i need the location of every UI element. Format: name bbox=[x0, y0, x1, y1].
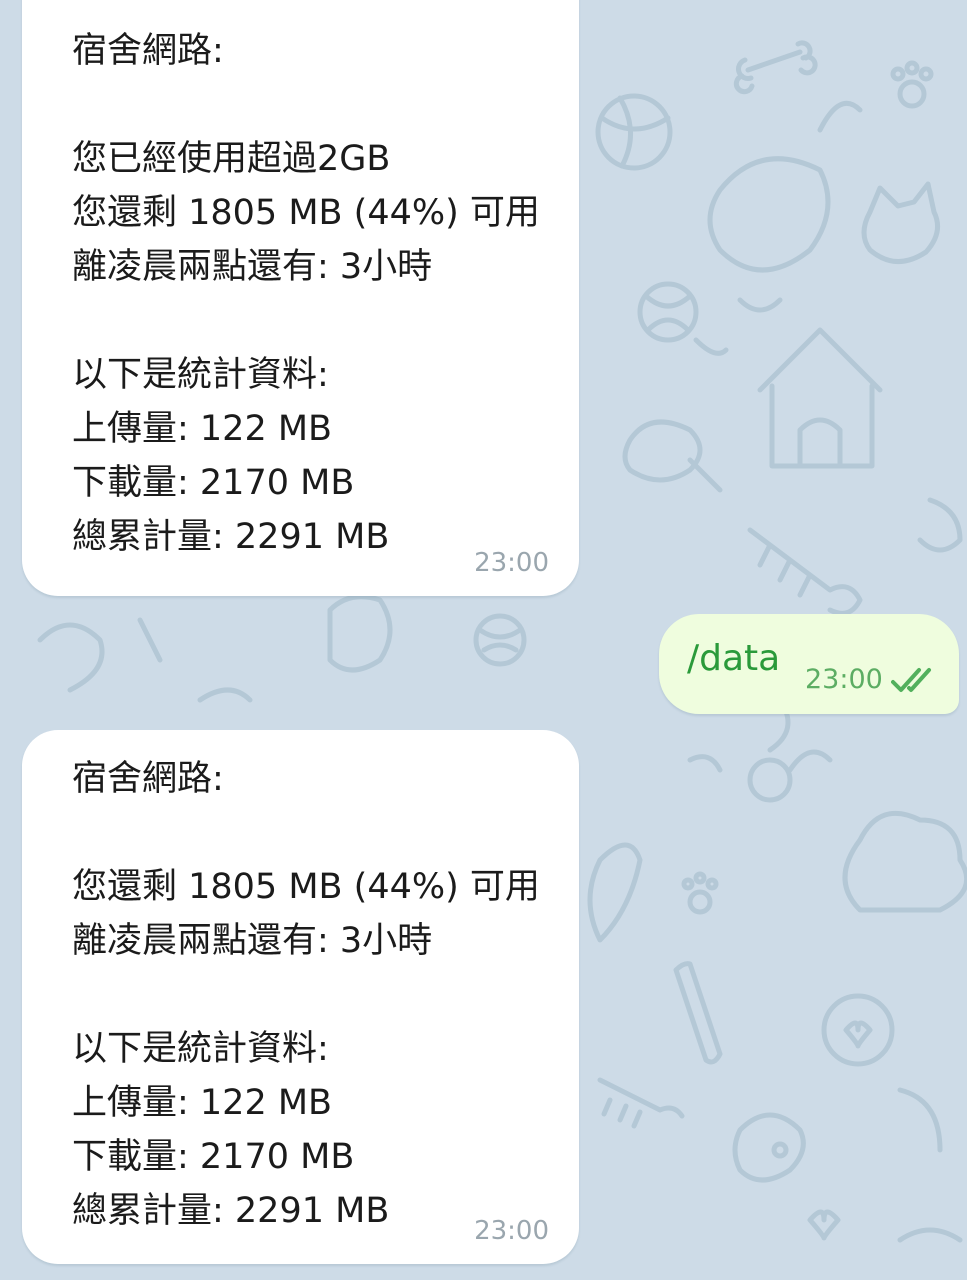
message-line: 上傳量: 122 MB bbox=[72, 409, 333, 449]
message-timestamp: 23:00 bbox=[805, 664, 883, 695]
message-line: 上傳量: 122 MB bbox=[72, 1083, 333, 1123]
double-check-icon bbox=[891, 668, 931, 692]
message-timestamp: 23:00 bbox=[474, 1216, 549, 1246]
message-text: /data bbox=[687, 638, 781, 679]
message-line: 宿舍網路: bbox=[72, 759, 224, 799]
message-line: 離凌晨兩點還有: 3小時 bbox=[72, 921, 433, 961]
message-line: 下載量: 2170 MB bbox=[72, 463, 355, 503]
message-line: 下載量: 2170 MB bbox=[72, 1137, 355, 1177]
message-timestamp: 23:00 bbox=[474, 548, 549, 578]
message-line: 您已經使用超過2GB bbox=[72, 139, 391, 179]
outgoing-message[interactable]: /data 23:00 bbox=[659, 614, 959, 714]
message-line: 離凌晨兩點還有: 3小時 bbox=[72, 247, 433, 287]
message-line: 以下是統計資料: bbox=[72, 355, 329, 395]
message-line: 您還剩 1805 MB (44%) 可用 bbox=[72, 193, 540, 233]
incoming-message[interactable]: 宿舍網路: 您已經使用超過2GB 您還剩 1805 MB (44%) 可用 離凌… bbox=[22, 0, 579, 596]
message-line: 以下是統計資料: bbox=[72, 1029, 329, 1069]
incoming-message[interactable]: 宿舍網路: 您還剩 1805 MB (44%) 可用 離凌晨兩點還有: 3小時 … bbox=[22, 730, 579, 1264]
message-line: 您還剩 1805 MB (44%) 可用 bbox=[72, 867, 540, 907]
message-line: 宿舍網路: bbox=[72, 31, 224, 71]
